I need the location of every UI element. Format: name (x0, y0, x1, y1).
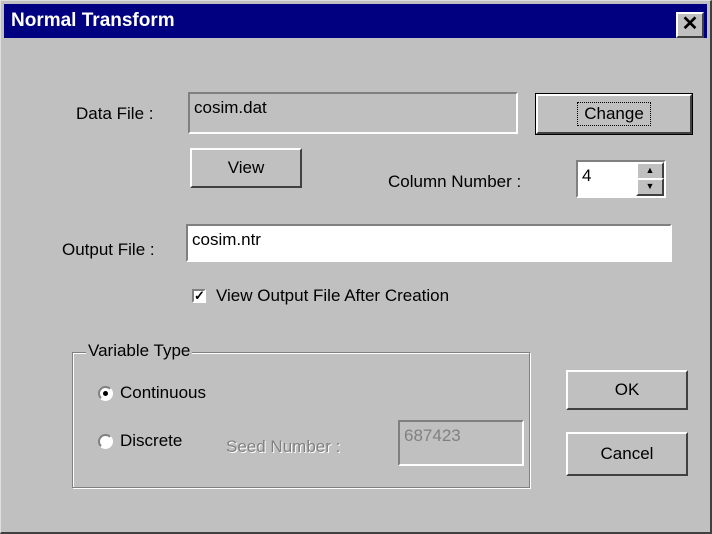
change-button[interactable]: Change (535, 93, 693, 135)
radio-selected-dot (103, 391, 108, 396)
column-number-value: 4 (582, 166, 592, 185)
title-bar: Normal Transform (4, 4, 707, 38)
view-after-label[interactable]: View Output File After Creation (216, 286, 449, 306)
data-file-field: cosim.dat (188, 92, 518, 134)
data-file-label: Data File : (76, 104, 154, 123)
discrete-label[interactable]: Discrete (120, 431, 182, 451)
close-button[interactable]: ✕ (676, 12, 704, 38)
view-after-checkbox[interactable]: ✓ (192, 289, 206, 303)
output-file-input[interactable]: cosim.ntr (186, 224, 672, 262)
data-file-value: cosim.dat (194, 98, 267, 117)
seed-number-input: 687423 (398, 420, 524, 466)
discrete-radio[interactable] (98, 434, 113, 449)
view-button[interactable]: View (190, 148, 302, 188)
ok-button-label: OK (614, 380, 640, 399)
continuous-label[interactable]: Continuous (120, 383, 206, 403)
window-title: Normal Transform (11, 10, 175, 31)
variable-type-legend: Variable Type (86, 341, 193, 361)
column-spin-down[interactable]: ▼ (636, 178, 664, 196)
check-icon: ✓ (194, 288, 205, 303)
spin-down-icon: ▼ (645, 181, 655, 191)
column-number-label: Column Number : (388, 172, 522, 191)
seed-number-label: Seed Number : (226, 437, 341, 456)
close-icon: ✕ (681, 13, 699, 35)
ok-button[interactable]: OK (566, 370, 688, 410)
seed-number-value: 687423 (404, 426, 461, 445)
output-file-label: Output File : (62, 240, 155, 259)
output-file-value: cosim.ntr (192, 230, 261, 249)
view-button-label: View (227, 158, 265, 177)
spin-up-icon: ▲ (645, 165, 655, 175)
continuous-radio[interactable] (98, 386, 113, 401)
cancel-button[interactable]: Cancel (566, 432, 688, 476)
cancel-button-label: Cancel (600, 444, 654, 463)
change-button-label: Change (577, 102, 651, 126)
